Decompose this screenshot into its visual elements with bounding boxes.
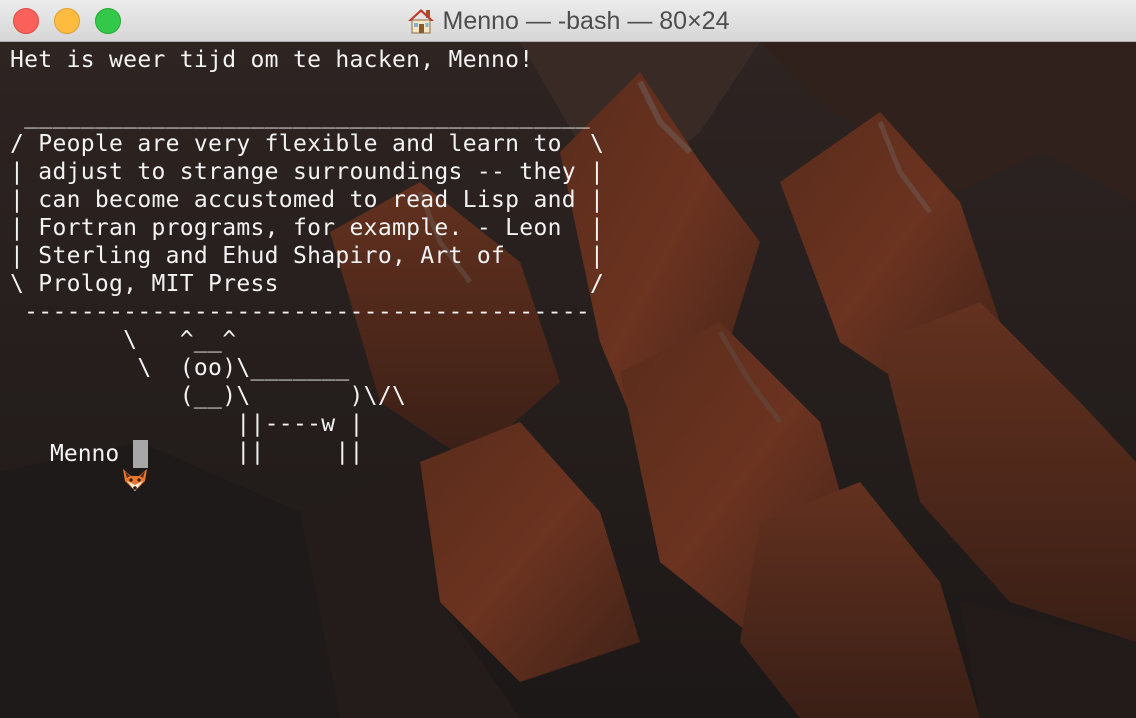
- terminal-line: / People are very flexible and learn to …: [10, 131, 605, 157]
- fox-icon: [10, 441, 147, 491]
- prompt-user: Menno: [50, 441, 120, 467]
- terminal-line: ||----w |: [10, 411, 364, 437]
- terminal-line: | adjust to strange surroundings -- they…: [10, 159, 605, 185]
- terminal-line: ________________________________________: [10, 103, 591, 129]
- terminal-window: Menno — -bash — 80×24 Het is weer tijd o…: [0, 0, 1136, 718]
- terminal-line: \ Prolog, MIT Press /: [10, 271, 605, 297]
- terminal-line: ----------------------------------------: [10, 299, 591, 325]
- window-title: Menno — -bash — 80×24: [442, 6, 730, 35]
- terminal-view[interactable]: Het is weer tijd om te hacken, Menno! __…: [0, 42, 1136, 718]
- terminal-line: | Fortran programs, for example. - Leon …: [10, 215, 605, 241]
- shell-prompt[interactable]: Menno: [10, 440, 149, 491]
- title-bar[interactable]: Menno — -bash — 80×24: [0, 0, 1136, 42]
- terminal-output: Het is weer tijd om te hacken, Menno! __…: [10, 46, 604, 466]
- terminal-line: \ (oo)\_______: [10, 355, 350, 381]
- terminal-line: Het is weer tijd om te hacken, Menno!: [10, 47, 534, 73]
- terminal-line: | can become accustomed to read Lisp and…: [10, 187, 605, 213]
- text-cursor: [133, 440, 149, 468]
- terminal-line: (__)\ )\/\: [10, 383, 407, 409]
- terminal-line: | Sterling and Ehud Shapiro, Art of |: [10, 243, 605, 269]
- terminal-line: \ ^__^: [10, 327, 237, 353]
- home-icon: [407, 8, 435, 34]
- window-title-group: Menno — -bash — 80×24: [0, 0, 1136, 42]
